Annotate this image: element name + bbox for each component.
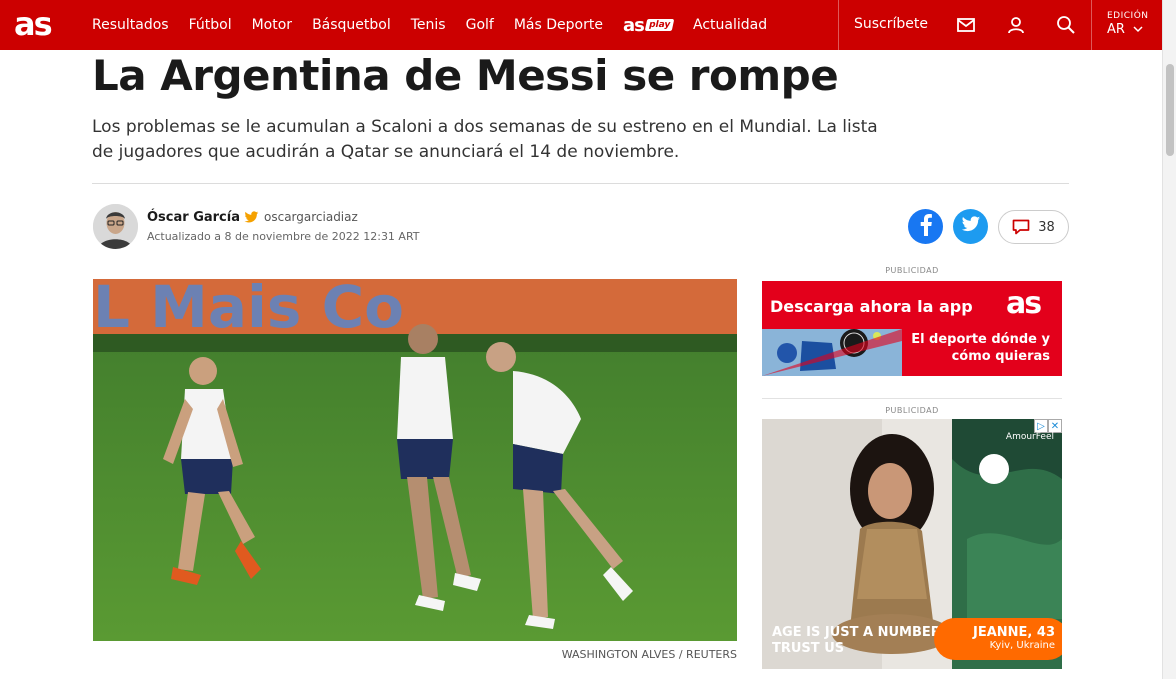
subscribe-link[interactable]: Suscríbete [854, 16, 928, 32]
comments-button[interactable]: 38 [998, 210, 1069, 244]
nav-divider [1091, 0, 1092, 50]
as-logo[interactable]: as [14, 8, 53, 40]
ad1-title: Descarga ahora la app [770, 297, 973, 316]
asplay-badge: play [644, 19, 675, 31]
article-headline: La Argentina de Messi se rompe [92, 51, 839, 100]
ad2-profile-city: Kyiv, Ukraine [989, 640, 1055, 651]
ad1-as-logo: as [1006, 286, 1042, 321]
comments-count: 38 [1038, 219, 1055, 235]
nav-item-motor[interactable]: Motor [252, 17, 292, 33]
main-nav: Resultados Fútbol Motor Básquetbol Tenis… [92, 0, 787, 50]
background-banner-text: L Mais Co [93, 279, 404, 341]
twitter-share-button[interactable] [953, 209, 988, 244]
dating-ad[interactable]: ▷ ✕ AmourFeel AGE IS JUST A NUMBER, TRUS… [762, 419, 1062, 669]
divider [762, 398, 1062, 399]
author-twitter[interactable]: oscargarciadiaz [244, 210, 358, 224]
nav-item-resultados[interactable]: Resultados [92, 17, 169, 33]
nav-item-asplay[interactable]: as play [622, 14, 675, 36]
edition-label: EDICIÓN [1107, 11, 1149, 21]
nav-item-tenis[interactable]: Tenis [411, 17, 446, 33]
mail-icon[interactable] [956, 15, 976, 35]
author-name[interactable]: Óscar García [147, 210, 240, 225]
asplay-logo-text: as [622, 14, 645, 36]
as-app-ad[interactable]: Descarga ahora la app as El deporte dónd… [762, 281, 1062, 376]
nav-item-futbol[interactable]: Fútbol [189, 17, 232, 33]
video-play-indicator[interactable] [979, 454, 1009, 484]
photo-caption: WASHINGTON ALVES / REUTERS [561, 648, 737, 661]
ad-label: PUBLICIDAD [885, 266, 939, 275]
ad-choices[interactable]: ▷ ✕ [1034, 419, 1062, 433]
user-icon[interactable] [1006, 15, 1026, 35]
facebook-icon [919, 213, 933, 240]
nav-divider [838, 0, 839, 50]
updated-timestamp: Actualizado a 8 de noviembre de 2022 12:… [147, 230, 420, 243]
adchoices-icon[interactable]: ▷ [1034, 419, 1048, 433]
article-subheadline: Los problemas se le acumulan a Scaloni a… [92, 117, 878, 162]
twitter-icon [961, 216, 981, 237]
edition-selector[interactable]: EDICIÓN AR [1107, 11, 1149, 37]
twitter-handle: oscargarciadiaz [264, 210, 358, 224]
top-navbar: as Resultados Fútbol Motor Básquetbol Te… [0, 0, 1162, 50]
nav-item-actualidad[interactable]: Actualidad [693, 17, 767, 33]
ad2-tagline-1: AGE IS JUST A NUMBER, [772, 625, 946, 640]
ad1-line2: cómo quieras [951, 349, 1050, 364]
facebook-share-button[interactable] [908, 209, 943, 244]
chevron-down-icon [1133, 22, 1143, 37]
comment-icon [1012, 219, 1030, 235]
close-icon[interactable]: ✕ [1048, 419, 1062, 433]
nav-item-basquetbol[interactable]: Básquetbol [312, 17, 391, 33]
ad-label: PUBLICIDAD [885, 406, 939, 415]
ad2-profile-name: JEANNE, 43 [973, 625, 1055, 640]
article-main-photo[interactable]: L Mais Co [93, 279, 737, 641]
author-avatar[interactable] [93, 204, 138, 249]
twitter-bird-icon [244, 210, 259, 224]
nav-item-mas-deporte[interactable]: Más Deporte [514, 17, 603, 33]
ad2-profile-badge[interactable]: JEANNE, 43 Kyiv, Ukraine [934, 618, 1062, 660]
ad2-tagline-2: TRUST US [772, 641, 845, 656]
divider [92, 183, 1069, 184]
page-scrollbar[interactable] [1162, 0, 1176, 679]
ad1-line1: El deporte dónde y [911, 332, 1050, 347]
scrollbar-thumb[interactable] [1166, 64, 1174, 156]
edition-value: AR [1107, 22, 1125, 37]
search-icon[interactable] [1056, 15, 1076, 35]
nav-item-golf[interactable]: Golf [466, 17, 494, 33]
ad2-brand: AmourFeel [1005, 432, 1054, 442]
